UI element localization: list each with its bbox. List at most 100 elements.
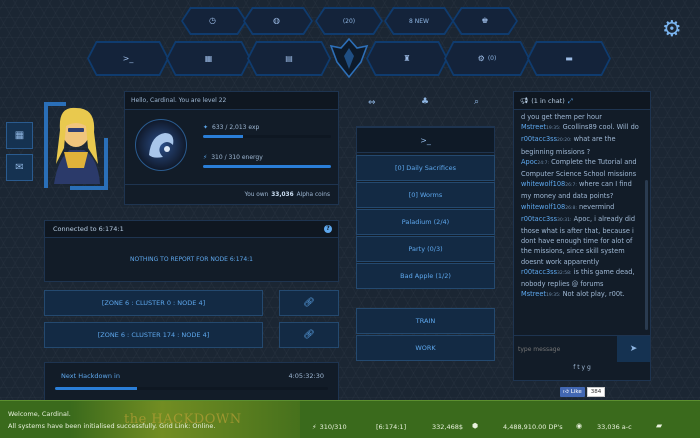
social-icons: f t y g (514, 364, 650, 371)
chat-username[interactable]: whitewolf108 (521, 180, 565, 188)
connection-panel: Connected to 6:174:1 ? NOTHING TO REPORT… (44, 220, 339, 282)
chat-text: Gcollins89 cool. Will do (560, 123, 639, 132)
nav-news-button[interactable]: 8 NEW (384, 7, 454, 35)
nav-grid-button[interactable]: ▦ (166, 41, 251, 76)
energy-icon: ⚡ (312, 423, 317, 431)
help-icon[interactable]: ? (324, 225, 332, 233)
megaphone-icon: 📢︎ (520, 97, 529, 105)
zone-button-1[interactable]: [ZONE 6 : CLUSTER 0 : NODE 4] (44, 290, 263, 316)
chat-timestamp: 32:58: (557, 270, 572, 276)
robot-icon: ♜ (403, 53, 411, 63)
chat-message: whitewolf10826:8: nevermind (521, 202, 643, 214)
status-node: [6:174:1] (376, 423, 407, 431)
nav-terminal-button[interactable]: >_ (87, 41, 169, 76)
side-grid-button[interactable]: ▦ (6, 122, 33, 149)
energy-bar-fill (203, 165, 331, 168)
train-button[interactable]: TRAIN (356, 308, 495, 334)
chat-message: whitewolf10826:7: where can I find my mo… (521, 179, 643, 201)
nav-briefcase-button[interactable]: ▬ (527, 41, 611, 76)
chat-timestamp: 24:7: (537, 160, 549, 166)
energy-text: 310 / 310 energy (211, 154, 263, 161)
hackdown-bar (55, 387, 328, 390)
gear-icon[interactable]: ⚙ (662, 19, 682, 41)
menu-item-bad-apple[interactable]: Bad Apple (1/2) (356, 263, 495, 289)
terminal-icon: >_ (122, 53, 134, 63)
chat-header: (1 in chat) (531, 97, 565, 105)
zone-link-button-1[interactable]: 🔗︎ (279, 290, 339, 316)
chat-timestamp: 19:35: (545, 126, 561, 132)
chat-messages: d you get them per hour Mstreet19:35: Gco… (521, 112, 643, 335)
globe-icon: ◍ (273, 16, 280, 25)
chat-input[interactable] (518, 340, 616, 358)
chat-text: Not alot play, r00t. (560, 290, 625, 299)
status-welcome: Welcome, Cardinal. (8, 410, 71, 418)
hackdown-label: Next Hackdown in (61, 372, 120, 380)
terminal-menu-header[interactable]: >_ (356, 127, 495, 153)
youtube-icon[interactable]: y (582, 364, 586, 371)
energy-bar (203, 165, 331, 168)
expand-icon[interactable]: ⤢ (568, 97, 573, 105)
chat-username[interactable]: Mstreet (521, 290, 546, 298)
chat-username[interactable]: Apoc (521, 158, 537, 166)
chat-text: d you get them per hour (521, 113, 602, 121)
swap-icon[interactable]: ⇔ (368, 98, 376, 108)
work-button[interactable]: WORK (356, 335, 495, 361)
clock-icon: ◷ (209, 16, 216, 25)
nav-database-button[interactable]: ▤ (247, 41, 331, 76)
menu-item-worms[interactable]: [0] Worms (356, 182, 495, 208)
zone-link-button-2[interactable]: 🔗︎ (279, 322, 339, 348)
link-icon: 🔗︎ (303, 298, 315, 308)
side-mail-button[interactable]: ✉ (6, 154, 33, 181)
like-count: 384 (586, 387, 606, 397)
chat-timestamp: 26:7: (565, 183, 577, 189)
chat-username[interactable]: r00tacc3ss (521, 135, 557, 143)
menu-item-party[interactable]: Party (0/3) (356, 236, 495, 262)
hackdown-time: 4:05:32:30 (288, 372, 324, 380)
nav-award-button[interactable]: ♚ (452, 7, 518, 35)
chat-message: Mstreet19:35: Not alot play, r00t. (521, 289, 643, 301)
nav-messages-button[interactable]: (20) (315, 7, 383, 35)
chat-username[interactable]: whitewolf108 (521, 203, 565, 211)
briefcase-icon: ▬ (565, 53, 573, 63)
nav-clock-button[interactable]: ◷ (181, 7, 247, 35)
nav-robot-button[interactable]: ♜ (366, 41, 448, 76)
menu-item-paladium[interactable]: Paladium (2/4) (356, 209, 495, 235)
chat-timestamp: 20:20: (557, 138, 572, 144)
status-energy: 310/310 (319, 423, 347, 431)
chat-message: Mstreet19:35: Gcollins89 cool. Will do (521, 122, 643, 134)
facebook-icon[interactable]: f (573, 364, 575, 371)
status-dp: 4,488,910.00 DP's (503, 423, 563, 431)
avatar[interactable] (40, 98, 112, 194)
chat-scrollbar[interactable] (645, 180, 648, 330)
chat-username[interactable]: r00tacc3ss (521, 215, 557, 223)
chat-message: r00tacc3ss20:20: what are the beginning … (521, 134, 643, 156)
link-icon: 🔗︎ (303, 330, 315, 340)
zone-button-2[interactable]: [ZONE 6 : CLUSTER 174 : NODE 4] (44, 322, 263, 348)
chat-timestamp: 19:35: (545, 293, 561, 299)
chat-timestamp: 30:31: (557, 217, 572, 223)
chat-message: r00tacc3ss30:31: Apoc, i already did tho… (521, 214, 643, 267)
send-button[interactable]: ➤ (617, 336, 650, 362)
status-money: 332,468$ (432, 423, 464, 431)
chat-username[interactable]: Mstreet (521, 123, 546, 131)
hackdown-panel: Next Hackdown in 4:05:32:30 (44, 362, 339, 402)
exp-bar (203, 135, 331, 138)
exp-bar-fill (203, 135, 243, 138)
chat-panel: 📢︎ (1 in chat) ⤢ d you get them per hour… (513, 91, 651, 381)
menu-item-daily-sacrifices[interactable]: [0] Daily Sacrifices (356, 155, 495, 181)
coins-line: You own 33,036 Alpha coins (125, 184, 338, 204)
database-icon: ▤ (285, 53, 293, 63)
google-icon[interactable]: g (587, 364, 591, 371)
users-icon[interactable]: ♣ (421, 97, 429, 107)
hackdown-bar-fill (55, 387, 137, 390)
like-button[interactable]: 👍︎ Like 384 (560, 387, 606, 397)
nav-globe-button[interactable]: ◍ (243, 7, 313, 35)
twitter-icon[interactable]: t (577, 364, 579, 371)
chat-username[interactable]: r00tacc3ss (521, 268, 557, 276)
nav-settings-count-button[interactable]: ⚙ (0) (444, 41, 530, 76)
search-icon[interactable]: ⌕ (474, 97, 479, 107)
chat-message: r00tacc3ss32:58: is this game dead, nobo… (521, 267, 643, 289)
profile-greeting: Hello, Cardinal. You are level 22 (125, 92, 338, 110)
status-bar: the HACKDOWN Welcome, Cardinal. All syst… (0, 400, 700, 438)
folder-icon[interactable]: ▰ (656, 421, 662, 430)
